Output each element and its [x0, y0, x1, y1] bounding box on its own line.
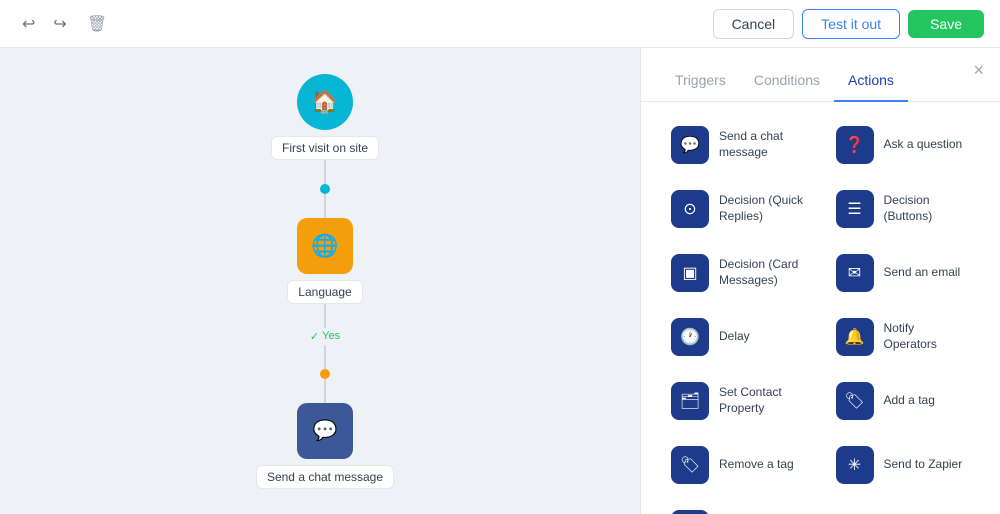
connector-3 — [324, 304, 326, 328]
undo-button[interactable]: ↩ — [16, 10, 41, 38]
action-label-decision-buttons: Decision (Buttons) — [884, 193, 971, 224]
toolbar-left: ↩ ↪ 🗑 — [16, 10, 115, 38]
connector-1 — [324, 160, 326, 184]
action-label-send-email: Send an email — [884, 265, 961, 281]
connector-2 — [324, 194, 326, 218]
action-item-decision-card[interactable]: ▣ Decision (Card Messages) — [661, 246, 816, 300]
action-icon-notify-ops: 🔔 — [836, 318, 874, 356]
action-item-ask-question[interactable]: ❓ Ask a question — [826, 118, 981, 172]
action-label-delay: Delay — [719, 329, 750, 345]
language-icon: 🌐 — [297, 218, 353, 274]
test-button[interactable]: Test it out — [802, 9, 900, 39]
redo-button[interactable]: ↪ — [47, 10, 72, 38]
toolbar: ↩ ↪ 🗑 Cancel Test it out Save — [0, 0, 1000, 48]
action-item-remove-tag[interactable]: 🏷 Remove a tag — [661, 438, 816, 492]
action-label-remove-tag: Remove a tag — [719, 457, 794, 473]
action-item-notify-ops[interactable]: 🔔 Notify Operators — [826, 310, 981, 364]
action-label-decision-quick: Decision (Quick Replies) — [719, 193, 806, 224]
action-item-delay[interactable]: 🕐 Delay — [661, 310, 816, 364]
trigger-icon: 🏠 — [297, 74, 353, 130]
action-icon-decision-buttons: ☰ — [836, 190, 874, 228]
tab-conditions[interactable]: Conditions — [740, 64, 834, 102]
action-icon-set-contact: 🗂 — [671, 382, 709, 420]
actions-panel: Triggers Conditions Actions × 💬 Send a ch… — [640, 48, 1000, 514]
canvas: 🏠 First visit on site 🌐 Language ✓ Yes 💬… — [0, 48, 650, 514]
connector-5 — [324, 379, 326, 403]
action-label-add-tag: Add a tag — [884, 393, 935, 409]
panel-header: Triggers Conditions Actions × — [641, 48, 1000, 102]
chat-icon: 💬 — [297, 403, 353, 459]
action-icon-decision-card: ▣ — [671, 254, 709, 292]
action-item-decision-quick[interactable]: ⊙ Decision (Quick Replies) — [661, 182, 816, 236]
save-button[interactable]: Save — [908, 10, 984, 38]
tab-actions[interactable]: Actions — [834, 64, 908, 102]
chat-label: Send a chat message — [256, 465, 394, 489]
yes-label: ✓ Yes — [310, 330, 340, 343]
action-icon-add-tag: 🏷 — [836, 382, 874, 420]
close-button[interactable]: × — [973, 60, 984, 81]
action-item-chat-bot-ended[interactable]: ✏Chat with bot ended — [661, 502, 816, 514]
action-label-ask-question: Ask a question — [884, 137, 963, 153]
action-item-send-email[interactable]: ✉ Send an email — [826, 246, 981, 300]
action-icon-send-chat: 💬 — [671, 126, 709, 164]
action-label-notify-ops: Notify Operators — [884, 321, 971, 352]
action-icon-remove-tag: 🏷 — [671, 446, 709, 484]
flow-node-language[interactable]: 🌐 Language — [287, 218, 362, 304]
delete-button[interactable]: 🗑 — [79, 10, 115, 38]
action-label-send-chat: Send a chat message — [719, 129, 806, 160]
dot-2 — [320, 369, 330, 379]
action-icon-chat-bot-ended: ✏ — [671, 510, 709, 514]
action-item-set-contact[interactable]: 🗂 Set Contact Property — [661, 374, 816, 428]
action-icon-decision-quick: ⊙ — [671, 190, 709, 228]
flow-diagram: 🏠 First visit on site 🌐 Language ✓ Yes 💬… — [256, 74, 394, 489]
language-label: Language — [287, 280, 362, 304]
action-icon-send-zapier: ✳ — [836, 446, 874, 484]
action-item-send-zapier[interactable]: ✳ Send to Zapier — [826, 438, 981, 492]
action-label-set-contact: Set Contact Property — [719, 385, 806, 416]
tab-triggers[interactable]: Triggers — [661, 64, 740, 102]
cancel-button[interactable]: Cancel — [713, 9, 795, 39]
flow-node-chat[interactable]: 💬 Send a chat message — [256, 403, 394, 489]
action-item-send-chat[interactable]: 💬 Send a chat message — [661, 118, 816, 172]
trigger-label: First visit on site — [271, 136, 379, 160]
action-icon-ask-question: ❓ — [836, 126, 874, 164]
action-label-decision-card: Decision (Card Messages) — [719, 257, 806, 288]
connector-4 — [324, 345, 326, 369]
check-icon: ✓ — [310, 330, 319, 343]
action-icon-delay: 🕐 — [671, 318, 709, 356]
action-label-send-zapier: Send to Zapier — [884, 457, 963, 473]
action-icon-send-email: ✉ — [836, 254, 874, 292]
action-item-add-tag[interactable]: 🏷 Add a tag — [826, 374, 981, 428]
dot-1 — [320, 184, 330, 194]
flow-node-trigger[interactable]: 🏠 First visit on site — [271, 74, 379, 160]
actions-grid: 💬 Send a chat message ❓ Ask a question ⊙ Deci… — [641, 102, 1000, 514]
action-item-decision-buttons[interactable]: ☰ Decision (Buttons) — [826, 182, 981, 236]
